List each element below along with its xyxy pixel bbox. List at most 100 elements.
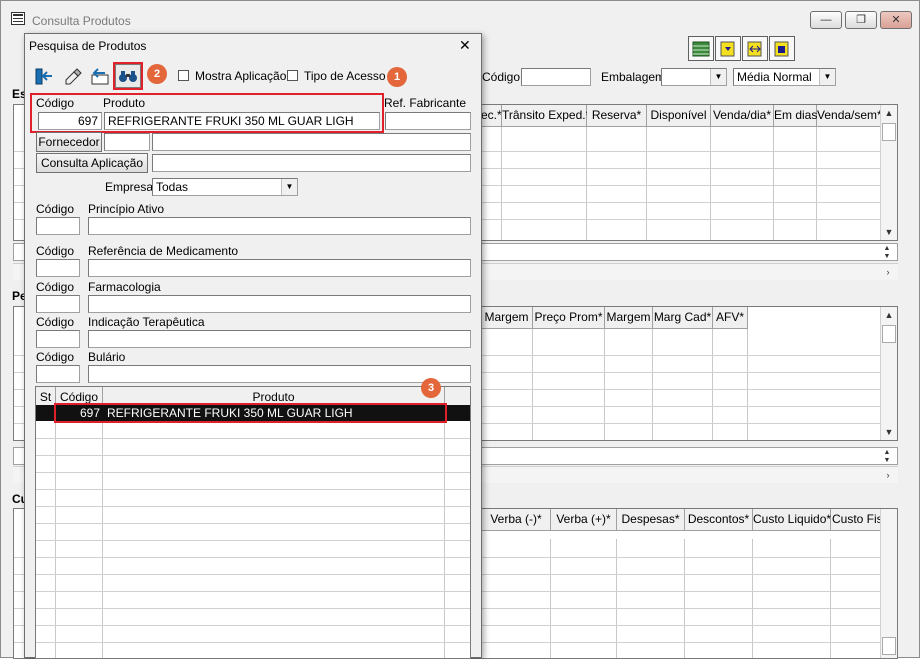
grid-line <box>532 329 533 440</box>
grid-line <box>36 557 470 558</box>
bulario-codigo-input[interactable] <box>36 365 80 383</box>
farmacologia-label: Farmacologia <box>88 280 161 294</box>
minimize-button[interactable]: — <box>810 11 842 29</box>
cost-grid-vscroll[interactable] <box>880 509 897 658</box>
grid-view-icon[interactable] <box>688 36 714 61</box>
media-select[interactable]: Média Normal ▼ <box>733 68 836 86</box>
grid-line <box>36 472 470 473</box>
results-grid[interactable]: St Código Produto 697 REFRIGERANTE FRUKI… <box>35 386 471 659</box>
grid2-header[interactable]: Margem <box>481 307 533 329</box>
grid3-header[interactable]: Verba (+)* <box>551 509 617 531</box>
codigo-produto-highlight <box>30 93 384 133</box>
grid3-header[interactable]: Verba (-)* <box>482 509 551 531</box>
print-icon[interactable] <box>769 36 795 61</box>
grid-line <box>36 438 470 439</box>
grid3-header[interactable]: Custo Liquido* <box>753 509 831 531</box>
consulta-aplicacao-button[interactable]: Consulta Aplicação <box>36 153 148 173</box>
fornecedor-code-input[interactable] <box>104 133 150 151</box>
grid-line <box>604 329 605 440</box>
principio-codigo-input[interactable] <box>36 217 80 235</box>
aplicacao-input[interactable] <box>152 154 471 172</box>
grid3-header[interactable]: Descontos* <box>685 509 753 531</box>
fornecedor-name-input[interactable] <box>152 133 471 151</box>
grid-line <box>652 329 653 440</box>
grid1-header[interactable]: Em dias <box>774 105 817 127</box>
scroll-right-icon[interactable]: › <box>880 264 896 280</box>
mostra-aplicacao-checkbox[interactable] <box>178 70 189 81</box>
grid-line <box>747 329 748 440</box>
columns-icon[interactable] <box>742 36 768 61</box>
grid-line <box>102 409 103 658</box>
grid-line <box>36 591 470 592</box>
media-value: Média Normal <box>737 70 812 84</box>
grid1-header[interactable]: Venda/dia* <box>711 105 774 127</box>
chevron-down-icon: ▼ <box>710 69 726 85</box>
embalagem-select[interactable]: ▼ <box>661 68 727 86</box>
grid1-header[interactable]: Trânsito Exped.* <box>502 105 590 127</box>
close-button[interactable]: ✕ <box>880 11 912 29</box>
principio-ativo-input[interactable] <box>88 217 471 235</box>
scroll-up-icon[interactable]: ▲ <box>881 307 897 323</box>
stock-grid-vscroll[interactable]: ▲ ▼ <box>880 105 897 240</box>
indicacao-codigo-input[interactable] <box>36 330 80 348</box>
indicacao-codigo-label: Código <box>36 315 75 329</box>
grid-line <box>773 127 774 240</box>
grid2-header[interactable]: Preço Prom* <box>533 307 605 329</box>
grid2-header[interactable]: Margem <box>605 307 653 329</box>
principio-codigo-label: Código <box>36 202 75 216</box>
summary-down-icon[interactable]: ▼ <box>879 249 895 265</box>
dialog-close-icon[interactable]: ✕ <box>459 38 471 52</box>
grid-line <box>36 523 470 524</box>
grid2-header[interactable]: AFV* <box>713 307 748 329</box>
scroll-thumb[interactable] <box>882 637 896 655</box>
tipo-acesso-checkbox[interactable] <box>287 70 298 81</box>
empresa-select[interactable]: Todas ▼ <box>152 178 298 196</box>
eraser-icon[interactable] <box>59 64 85 88</box>
fornecedor-button[interactable]: Fornecedor <box>36 132 102 152</box>
grid-line <box>444 409 445 658</box>
grid1-header[interactable]: ec.* <box>481 105 502 127</box>
empresa-value: Todas <box>156 180 189 194</box>
grid1-header[interactable]: Reserva* <box>587 105 647 127</box>
annotation-badge-2: 2 <box>147 64 167 84</box>
bulario-label: Bulário <box>88 350 126 364</box>
referencia-codigo-input[interactable] <box>36 259 80 277</box>
bulario-input[interactable] <box>88 365 471 383</box>
grid1-header[interactable]: Disponível <box>647 105 711 127</box>
scroll-down-icon[interactable]: ▼ <box>881 224 897 240</box>
grid3-header[interactable]: Despesas* <box>617 509 685 531</box>
referencia-medicamento-label: Referência de Medicamento <box>88 244 239 258</box>
price-grid-vscroll[interactable]: ▲ ▼ <box>880 307 897 440</box>
restore-button[interactable]: ❐ <box>845 11 877 29</box>
main-window-title: Consulta Produtos <box>32 14 131 28</box>
import-icon[interactable] <box>87 64 113 88</box>
indicacao-terapeutica-input[interactable] <box>88 330 471 348</box>
farmacologia-input[interactable] <box>88 295 471 313</box>
grid1-header[interactable]: Venda/sem* <box>817 105 882 127</box>
tipo-acesso-label: Tipo de Acesso <box>304 69 386 83</box>
grid2-header[interactable]: Marg Cad* <box>653 307 713 329</box>
scroll-right-icon[interactable]: › <box>880 467 896 483</box>
export-icon[interactable] <box>715 36 741 61</box>
mostra-aplicacao-label: Mostra Aplicação <box>195 69 287 83</box>
main-codigo-input[interactable] <box>521 68 591 86</box>
grid-line <box>710 127 711 240</box>
scroll-up-icon[interactable]: ▲ <box>881 105 897 121</box>
grid-line <box>36 625 470 626</box>
scroll-down-icon[interactable]: ▼ <box>881 424 897 440</box>
scroll-thumb[interactable] <box>882 123 896 141</box>
scroll-thumb[interactable] <box>882 325 896 343</box>
grid-line <box>646 127 647 240</box>
result-row-highlight <box>54 403 447 423</box>
app-icon <box>11 12 25 25</box>
ref-fabricante-input[interactable] <box>385 112 471 130</box>
referencia-medicamento-input[interactable] <box>88 259 471 277</box>
chevron-down-icon: ▼ <box>281 179 297 195</box>
grid-line <box>501 127 502 240</box>
farmacologia-codigo-input[interactable] <box>36 295 80 313</box>
grid-line <box>36 489 470 490</box>
principio-ativo-label: Princípio Ativo <box>88 202 165 216</box>
exit-icon[interactable] <box>31 64 57 88</box>
annotation-badge-3: 3 <box>421 378 441 398</box>
embalagem-label: Embalagem <box>601 70 666 84</box>
